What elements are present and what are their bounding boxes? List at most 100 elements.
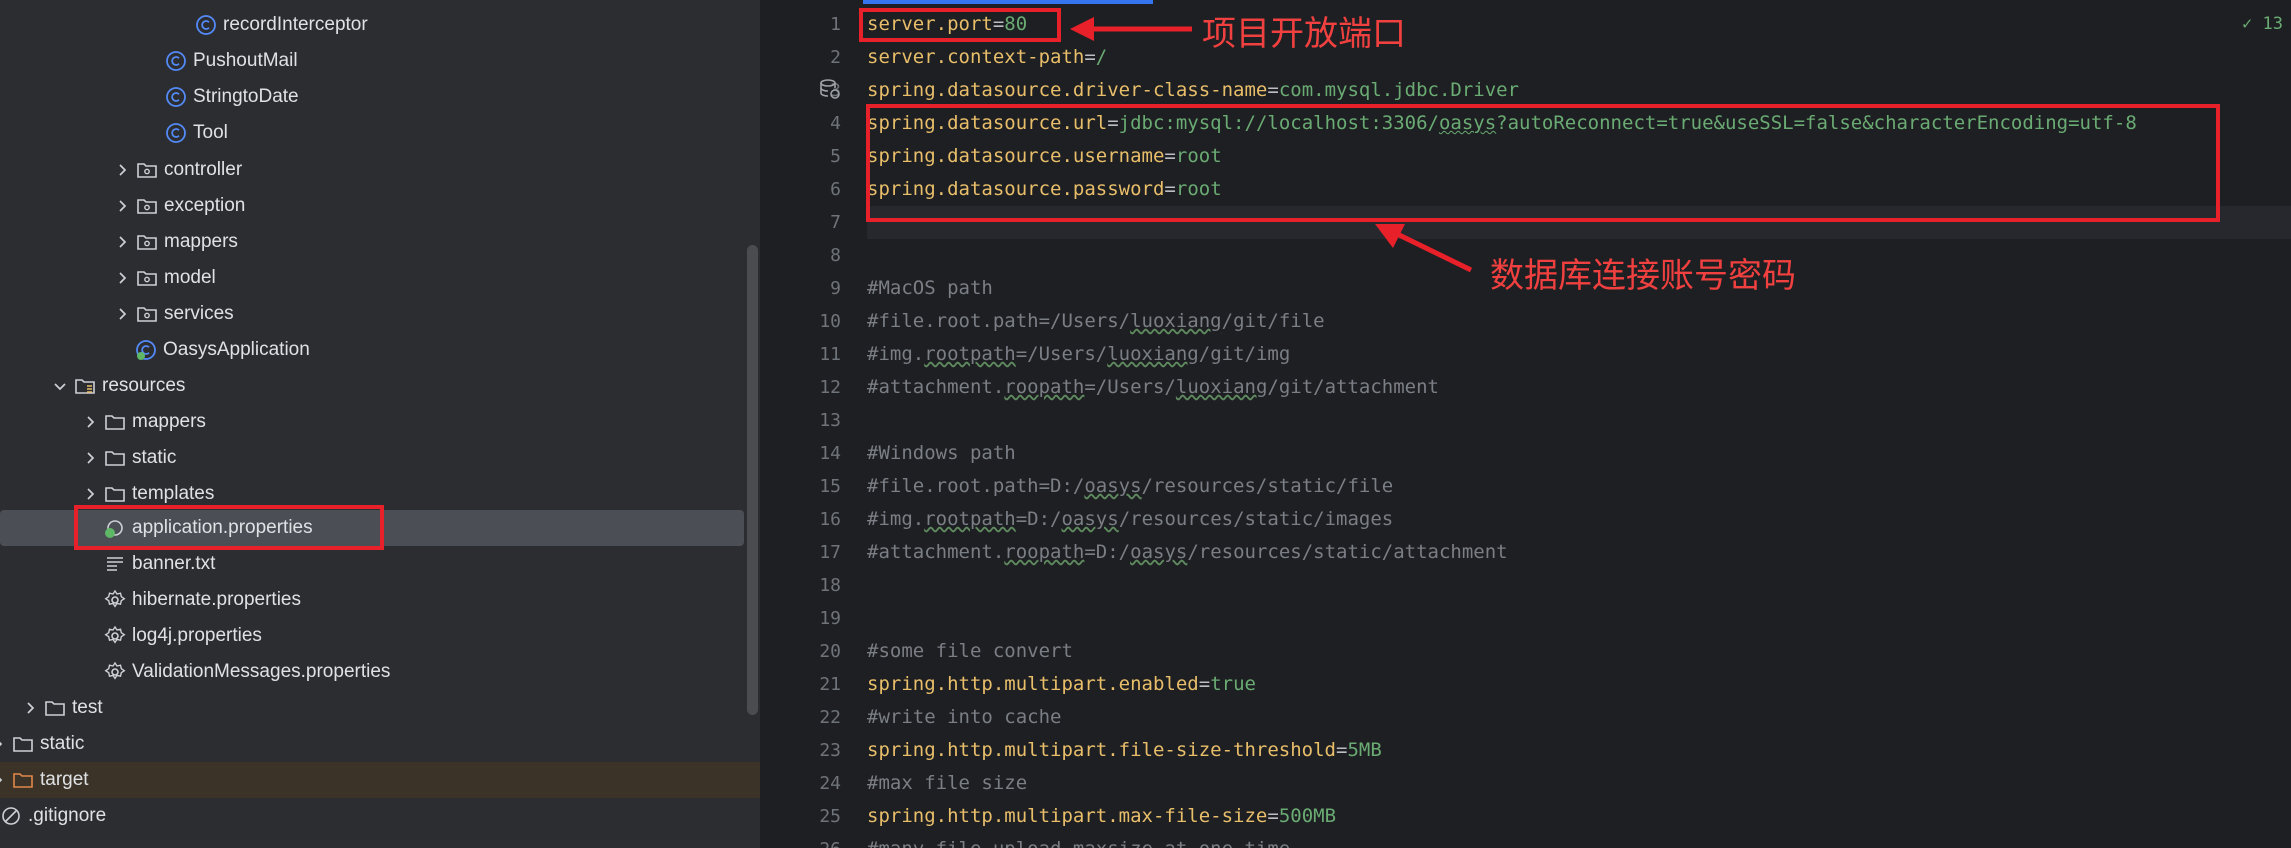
line-number: 20 (819, 641, 841, 662)
tree-item-test[interactable]: test (0, 690, 760, 726)
code-token: luoxiang (1107, 343, 1199, 365)
settings-file-icon (104, 661, 126, 683)
code-token: luoxiang (1175, 376, 1268, 398)
code-token: =D:/ (1015, 508, 1062, 530)
tree-item-model[interactable]: model (0, 260, 760, 296)
tree-item-label: static (132, 447, 177, 468)
tree-item-tool[interactable]: Tool (0, 115, 760, 151)
tree-item-label: controller (164, 159, 243, 180)
code-token: =D:/ (1084, 541, 1131, 563)
code-token: #attachment. (867, 541, 1005, 563)
code-token: root (1175, 145, 1222, 167)
tree-item-banner-txt[interactable]: banner.txt (0, 546, 760, 582)
code-token: = (1164, 178, 1176, 200)
tree-item-services[interactable]: services (0, 296, 760, 332)
chevron-right-icon[interactable] (80, 412, 100, 432)
code-token: spring.http.multipart.file-size-threshol… (867, 739, 1336, 761)
line-number: 9 (830, 278, 841, 299)
line-number: 25 (819, 806, 841, 827)
package-folder-icon (136, 231, 158, 253)
tree-item-label: OasysApplication (163, 339, 310, 360)
tree-item-application-properties[interactable]: application.properties (0, 510, 744, 546)
tree-item-exception[interactable]: exception (0, 188, 760, 224)
tree-item-log4j-properties[interactable]: log4j.properties (0, 618, 760, 654)
database-icon[interactable] (819, 78, 841, 105)
code-line[interactable]: #max file size (867, 767, 1027, 800)
class-icon (165, 122, 187, 144)
code-line[interactable] (867, 206, 2291, 239)
code-token: = (1267, 805, 1279, 827)
editor-gutter: 1 2 3 4 5 6 7 8 9 10 11 12 13 14 15 16 17 18 19 20 21 22 23 24 2… (763, 0, 863, 848)
code-token: oasys (1130, 541, 1188, 563)
code-token: #img. (867, 508, 925, 530)
chevron-right-icon[interactable] (112, 196, 132, 216)
code-line[interactable]: #MacOS path (867, 272, 993, 305)
code-line[interactable]: spring.http.multipart.enabled=true (867, 668, 1256, 701)
code-line[interactable]: spring.datasource.password=root (867, 173, 1222, 206)
line-number: 14 (819, 443, 841, 464)
line-number: 16 (819, 509, 841, 530)
chevron-right-icon[interactable] (80, 448, 100, 468)
code-token: #MacOS path (867, 277, 993, 299)
line-number: 12 (819, 377, 841, 398)
project-tree-scrollbar[interactable] (747, 245, 758, 715)
chevron-down-icon[interactable] (50, 376, 70, 396)
chevron-right-icon[interactable] (0, 770, 8, 790)
chevron-right-icon[interactable] (112, 268, 132, 288)
package-folder-icon (136, 195, 158, 217)
tree-item-hibernate-properties[interactable]: hibernate.properties (0, 582, 760, 618)
code-line[interactable]: spring.http.multipart.max-file-size=500M… (867, 800, 1336, 833)
code-token: ?autoReconnect=true&useSSL=false&charact… (1496, 112, 2137, 134)
tree-item-resources[interactable]: resources (0, 368, 760, 404)
tree-item-controller[interactable]: controller (0, 152, 760, 188)
tree-item-pushoutmail[interactable]: PushoutMail (0, 43, 760, 79)
code-editor[interactable]: 1 2 3 4 5 6 7 8 9 10 11 12 13 14 15 16 17 18 19 20 21 22 23 24 2… (763, 0, 2291, 848)
tree-item-mappers[interactable]: mappers (0, 224, 760, 260)
code-line[interactable]: server.port=80 (867, 8, 1027, 41)
code-line[interactable]: #attachment.roopath=D:/oasys/resources/s… (867, 536, 1508, 569)
tree-item-label: log4j.properties (132, 625, 262, 646)
tree-item-validationmessages-properties[interactable]: ValidationMessages.properties (0, 654, 760, 690)
code-token: #some file convert (867, 640, 1073, 662)
tree-item-mappers[interactable]: mappers (0, 404, 760, 440)
code-token: #file.root.path=D:/ (867, 475, 1085, 497)
code-line[interactable]: #many file upload maxsize at one time (867, 833, 1290, 848)
code-line[interactable]: #Windows path (867, 437, 1016, 470)
tree-item-stringtodate[interactable]: StringtoDate (0, 79, 760, 115)
tree-item-templates[interactable]: templates (0, 476, 760, 512)
tree-item-static[interactable]: static (0, 726, 760, 762)
code-token: server.context-path (867, 46, 1085, 68)
code-line[interactable]: spring.datasource.username=root (867, 140, 1222, 173)
code-token: luoxiang (1130, 310, 1222, 332)
code-line[interactable]: #write into cache (867, 701, 1061, 734)
code-line[interactable]: spring.datasource.driver-class-name=com.… (867, 74, 1519, 107)
code-line[interactable]: spring.datasource.url=jdbc:mysql://local… (867, 107, 2137, 140)
chevron-right-icon[interactable] (112, 232, 132, 252)
code-line[interactable]: #file.root.path=/Users/luoxiang/git/file (867, 305, 1325, 338)
tree-item-static[interactable]: static (0, 440, 760, 476)
code-line[interactable]: #some file convert (867, 635, 1073, 668)
tree-item-oasysapplication[interactable]: OasysApplication (0, 332, 760, 368)
code-line[interactable]: #img.rootpath=/Users/luoxiang/git/img (867, 338, 1290, 371)
chevron-right-icon[interactable] (112, 304, 132, 324)
chevron-right-icon[interactable] (112, 160, 132, 180)
folder-icon (104, 483, 126, 505)
line-number: 21 (819, 674, 841, 695)
tree-item-recordinterceptor[interactable]: recordInterceptor (0, 7, 760, 43)
code-line[interactable]: spring.http.multipart.file-size-threshol… (867, 734, 1382, 767)
inspection-badge[interactable]: ✓ 13 (2242, 14, 2283, 34)
code-token: oasys (1084, 475, 1142, 497)
code-line[interactable]: #img.rootpath=D:/oasys/resources/static/… (867, 503, 1393, 536)
code-line[interactable]: #attachment.roopath=/Users/luoxiang/git/… (867, 371, 1439, 404)
code-token: spring.datasource.username (867, 145, 1165, 167)
tree-item-label: PushoutMail (193, 50, 298, 71)
tree-item-target[interactable]: target (0, 762, 760, 798)
code-area[interactable]: server.port=80 server.context-path=/sprin… (867, 0, 2291, 848)
folder-icon (104, 411, 126, 433)
chevron-right-icon[interactable] (80, 484, 100, 504)
tree-item-gitignore[interactable]: .gitignore (0, 798, 760, 834)
chevron-right-icon[interactable] (0, 734, 8, 754)
code-line[interactable]: #file.root.path=D:/oasys/resources/stati… (867, 470, 1393, 503)
line-number: 8 (830, 245, 841, 266)
chevron-right-icon[interactable] (20, 698, 40, 718)
